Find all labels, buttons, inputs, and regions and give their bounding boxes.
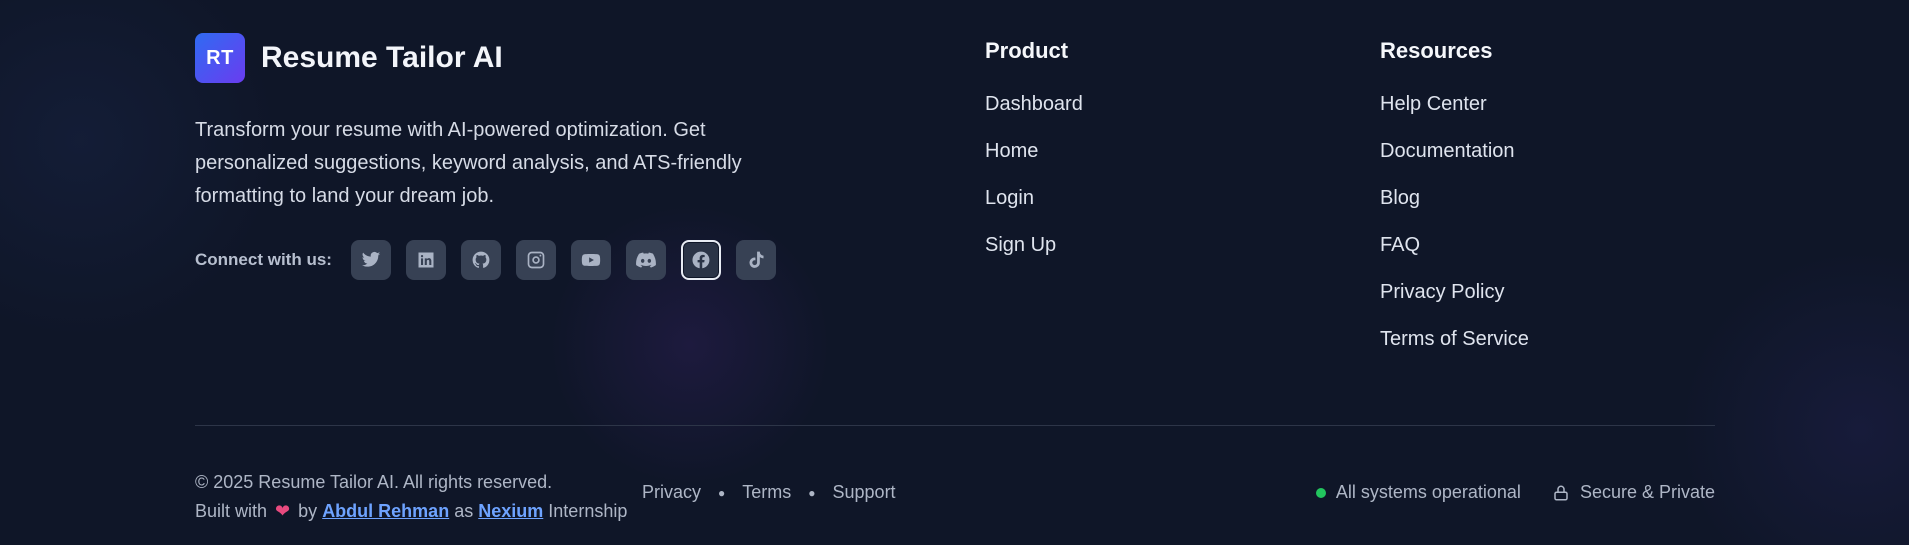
link-dashboard[interactable]: Dashboard xyxy=(985,91,1083,138)
brand-name: Resume Tailor AI xyxy=(261,41,503,74)
privacy-link[interactable]: Privacy xyxy=(642,482,701,503)
resources-heading: Resources xyxy=(1380,38,1493,63)
github-icon[interactable] xyxy=(460,240,501,280)
by-text: by xyxy=(298,501,318,521)
linkedin-icon[interactable] xyxy=(405,240,446,280)
product-column: Product Dashboard Home Login Sign Up xyxy=(985,38,1083,279)
link-login[interactable]: Login xyxy=(985,185,1083,232)
terms-link[interactable]: Terms xyxy=(742,482,791,503)
company-link[interactable]: Nexium xyxy=(478,501,543,521)
separator-dot: ● xyxy=(718,485,726,500)
footer-credits: © 2025 Resume Tailor AI. All rights rese… xyxy=(195,468,627,526)
separator-dot: ● xyxy=(808,485,816,500)
as-text: as xyxy=(454,501,474,521)
author-link[interactable]: Abdul Rehman xyxy=(322,501,449,521)
status-bar: All systems operational Secure & Private xyxy=(1315,482,1715,503)
tiktok-icon[interactable] xyxy=(735,240,776,280)
link-faq[interactable]: FAQ xyxy=(1380,232,1529,279)
connect-label: Connect with us: xyxy=(195,250,332,269)
built-with-line: Built with ❤ by Abdul Rehman as Nexium I… xyxy=(195,497,627,526)
legal-links: Privacy ● Terms ● Support xyxy=(642,482,896,503)
internship-text: Internship xyxy=(548,501,628,521)
tagline: Transform your resume with AI-powered op… xyxy=(195,119,742,207)
twitter-icon[interactable] xyxy=(350,240,391,280)
instagram-icon[interactable] xyxy=(515,240,556,280)
lock-icon xyxy=(1554,485,1568,500)
built-with-text: Built with xyxy=(195,501,268,521)
resources-column: Resources Help Center Documentation Blog… xyxy=(1380,38,1529,373)
discord-icon[interactable] xyxy=(625,240,666,280)
brand[interactable]: RT Resume Tailor AI xyxy=(195,33,503,83)
link-home[interactable]: Home xyxy=(985,138,1083,185)
logo: RT xyxy=(195,33,245,83)
social-links: Connect with us: xyxy=(195,240,791,280)
link-documentation[interactable]: Documentation xyxy=(1380,138,1529,185)
support-link[interactable]: Support xyxy=(833,482,896,503)
product-heading: Product xyxy=(985,38,1069,63)
status-text: All systems operational xyxy=(1335,482,1521,502)
status-indicator xyxy=(1315,487,1326,498)
link-terms-of-service[interactable]: Terms of Service xyxy=(1380,326,1529,373)
link-sign-up[interactable]: Sign Up xyxy=(985,232,1083,279)
secure-badge: Secure & Private xyxy=(1552,482,1715,503)
link-blog[interactable]: Blog xyxy=(1380,185,1529,232)
link-help-center[interactable]: Help Center xyxy=(1380,91,1529,138)
secure-text: Secure & Private xyxy=(1579,482,1715,502)
youtube-icon[interactable] xyxy=(570,240,611,280)
heart-icon: ❤ xyxy=(275,501,291,521)
copyright: © 2025 Resume Tailor AI. All rights rese… xyxy=(195,472,553,492)
link-privacy-policy[interactable]: Privacy Policy xyxy=(1380,279,1529,326)
footer-divider xyxy=(195,425,1715,426)
facebook-icon[interactable] xyxy=(680,240,721,280)
